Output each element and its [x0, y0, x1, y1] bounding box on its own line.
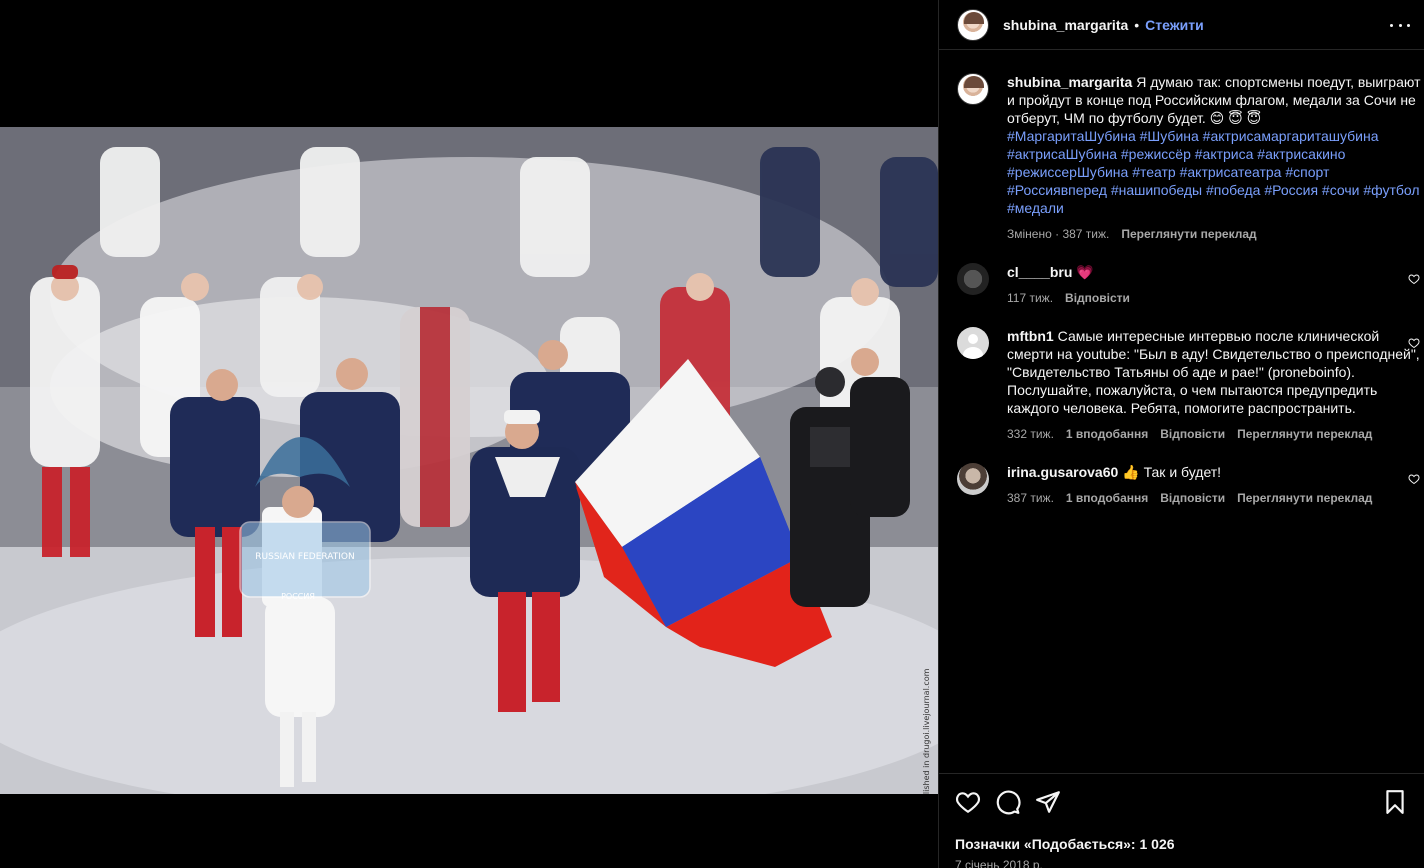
post-side-panel: shubina_margarita • Стежити shubina_marg…	[938, 0, 1424, 868]
separator-dot: •	[1134, 16, 1140, 33]
media-pane: RUSSIAN FEDERATION РОССИЯ © РИА НОВОСТИ …	[0, 0, 938, 868]
caption-edited: Змінено	[1007, 227, 1052, 241]
send-icon[interactable]	[1035, 789, 1061, 815]
translate-button[interactable]: Переглянути переклад	[1237, 427, 1372, 441]
bookmark-icon[interactable]	[1382, 789, 1408, 815]
caption-hashtags[interactable]: #МаргаритаШубина #Шубина #актрисамаргари…	[1007, 127, 1424, 217]
commenter-username[interactable]: cl____bru	[1007, 264, 1072, 280]
comment-time[interactable]: 117 тиж.	[1007, 291, 1053, 305]
reply-button[interactable]: Відповісти	[1160, 491, 1225, 505]
post-photo[interactable]: RUSSIAN FEDERATION РОССИЯ © РИА НОВОСТИ …	[0, 127, 938, 794]
comment-like-icon[interactable]	[1408, 337, 1420, 349]
comment-icon[interactable]	[995, 789, 1021, 815]
comment-item: mftbn1 Самые интересные интервью после кл…	[957, 327, 1424, 441]
commenter-avatar[interactable]	[957, 263, 989, 295]
post-date[interactable]: 7 січень 2018 р.	[955, 858, 1408, 868]
comments-list[interactable]: shubina_margarita Я думаю так: спортсмены…	[939, 51, 1424, 773]
comment-text: Самые интересные интервью после клиничес…	[1007, 328, 1420, 416]
author-username[interactable]: shubina_margarita	[1003, 17, 1128, 33]
caption-time[interactable]: 387 тиж.	[1062, 227, 1109, 241]
placard-text-2: РОССИЯ	[281, 592, 315, 601]
commenter-username[interactable]: irina.gusarova60	[1007, 464, 1118, 480]
commenter-avatar[interactable]	[957, 327, 989, 359]
author-avatar[interactable]	[957, 8, 989, 41]
comment-text: 💗	[1076, 264, 1094, 280]
reply-button[interactable]: Відповісти	[1160, 427, 1225, 441]
caption: shubina_margarita Я думаю так: спортсмены…	[957, 73, 1424, 241]
commenter-username[interactable]: mftbn1	[1007, 328, 1054, 344]
translate-button[interactable]: Переглянути переклад	[1237, 491, 1372, 505]
comment-time[interactable]: 387 тиж.	[1007, 491, 1054, 505]
photo-credit: © РИА НОВОСТИ | published in drugoi.live…	[922, 668, 931, 794]
more-icon[interactable]	[1390, 18, 1410, 32]
post-actions: Позначки «Подобається»: 1 026 7 січень 2…	[939, 773, 1424, 868]
commenter-avatar[interactable]	[957, 463, 989, 495]
caption-username[interactable]: shubina_margarita	[1007, 74, 1132, 90]
comment-text: 👍 Так и будет!	[1122, 464, 1222, 480]
caption-translate-button[interactable]: Переглянути переклад	[1121, 227, 1256, 241]
comment-item: irina.gusarova60 👍 Так и будет! 387 тиж. …	[957, 463, 1424, 505]
comment-like-icon[interactable]	[1408, 473, 1420, 485]
comment-like-icon[interactable]	[1408, 273, 1420, 285]
likes-count[interactable]: Позначки «Подобається»: 1 026	[955, 836, 1408, 852]
comment-time[interactable]: 332 тиж.	[1007, 427, 1054, 441]
reply-button[interactable]: Відповісти	[1065, 291, 1130, 305]
caption-avatar[interactable]	[957, 73, 989, 105]
follow-button[interactable]: Стежити	[1145, 17, 1204, 33]
comment-likes-count[interactable]: 1 вподобання	[1066, 491, 1148, 505]
post-header: shubina_margarita • Стежити	[939, 0, 1424, 50]
heart-icon[interactable]	[955, 789, 981, 815]
post-photo-illustration: RUSSIAN FEDERATION РОССИЯ	[0, 127, 938, 794]
comment-item: cl____bru 💗 117 тиж. Відповісти	[957, 263, 1424, 305]
placard-text: RUSSIAN FEDERATION	[255, 552, 354, 562]
comment-likes-count[interactable]: 1 вподобання	[1066, 427, 1148, 441]
